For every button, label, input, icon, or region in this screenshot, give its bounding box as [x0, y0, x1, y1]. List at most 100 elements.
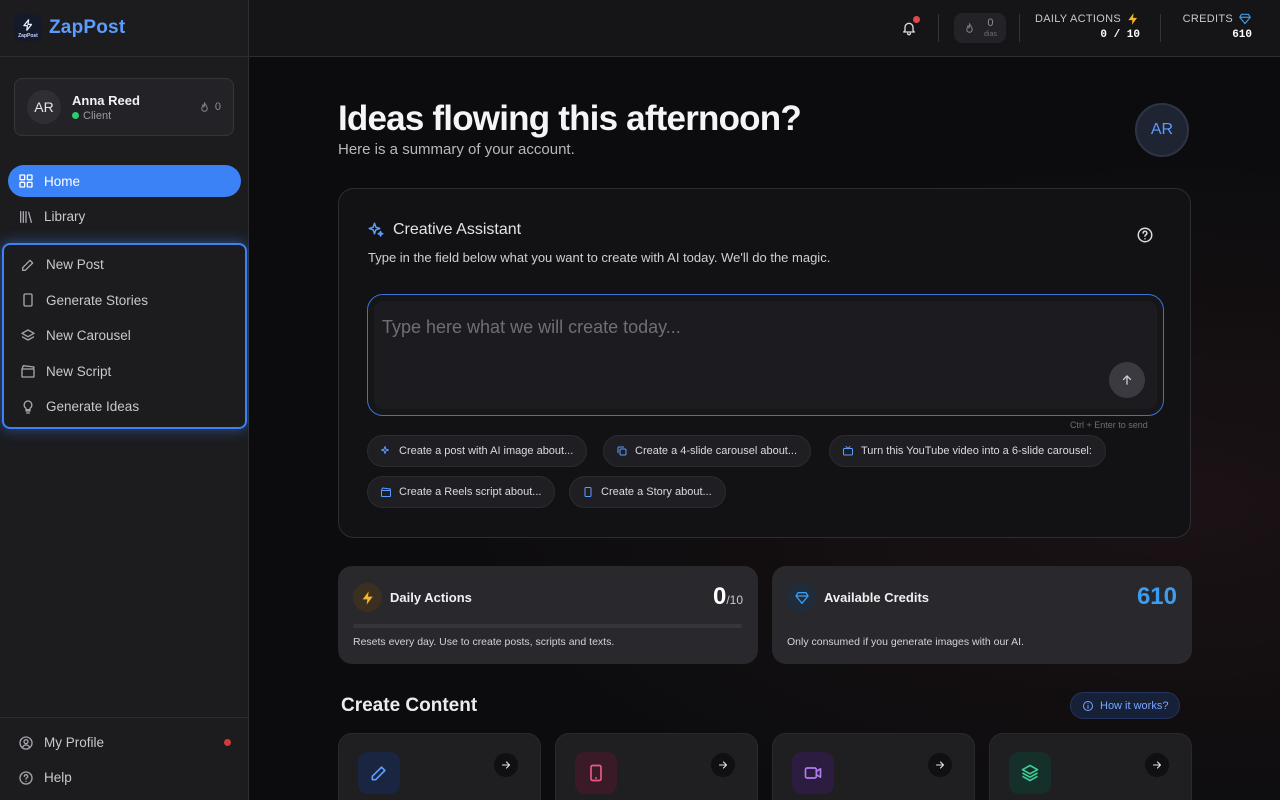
flame-icon: [201, 101, 208, 112]
create-story-card[interactable]: [555, 733, 758, 800]
logo-mini-text: ZapPost: [18, 32, 38, 39]
divider: [1160, 14, 1161, 42]
nav-item-library[interactable]: Library: [8, 201, 241, 233]
video-icon: [792, 752, 834, 794]
suggestion-chip[interactable]: Create a Story about...: [569, 476, 726, 508]
pencil-icon: [22, 259, 34, 271]
brand[interactable]: ZapPost ZapPost: [0, 0, 248, 57]
credits-counter: CREDITS 610: [1179, 12, 1252, 41]
nav-item-home[interactable]: Home: [8, 165, 241, 197]
daily-actions-note: Resets every day. Use to create posts, s…: [353, 636, 615, 648]
suggestion-chip[interactable]: Create a 4-slide carousel about...: [603, 435, 812, 467]
credits-title: Available Credits: [824, 590, 930, 605]
user-name: Anna Reed: [72, 92, 140, 108]
chip-label: Turn this YouTube video into a 6-slide c…: [861, 445, 1092, 457]
create-post-card[interactable]: [338, 733, 541, 800]
suggestion-chip[interactable]: Create a post with AI image about...: [367, 435, 588, 467]
phone-icon: [23, 293, 33, 307]
lightning-icon: [353, 583, 382, 612]
chip-label: Create a 4-slide carousel about...: [635, 445, 798, 457]
nav-item-new-script[interactable]: New Script: [10, 355, 239, 387]
sparkles-icon: [368, 222, 384, 237]
daily-actions-title: Daily Actions: [390, 590, 472, 605]
nav-item-my-profile[interactable]: My Profile: [8, 725, 241, 760]
suggestion-chip[interactable]: Turn this YouTube video into a 6-slide c…: [829, 435, 1106, 467]
credits-note: Only consumed if you generate images wit…: [787, 636, 1024, 648]
daily-actions-value: 0: [712, 583, 727, 610]
create-nav-group: New Post Generate Stories New Carousel N…: [2, 242, 247, 429]
help-circle-icon: [19, 770, 33, 785]
daily-actions-progress: [353, 624, 742, 628]
tv-icon: [843, 446, 853, 456]
nav-item-label: New Carousel: [46, 328, 131, 343]
user-circle-icon: [19, 735, 33, 750]
daily-actions-label: DAILY ACTIONS: [1034, 13, 1121, 25]
arrow-up-icon: [1122, 375, 1132, 385]
arrow-right-icon[interactable]: [1145, 753, 1169, 777]
chip-label: Create a post with AI image about...: [399, 445, 574, 457]
sparkles-icon: [381, 446, 389, 454]
arrow-right-icon[interactable]: [494, 753, 518, 777]
send-hint: Ctrl + Enter to send: [1070, 420, 1148, 430]
suggestion-chip[interactable]: Create a Reels script about...: [367, 476, 556, 508]
arrow-right-icon[interactable]: [711, 753, 735, 777]
copy-icon: [617, 446, 627, 456]
pencil-icon: [358, 752, 400, 794]
send-button[interactable]: [1109, 362, 1145, 398]
lightning-icon: [1128, 13, 1138, 25]
sidebar: ZapPost ZapPost AR Anna Reed Client 0 Ho…: [0, 0, 249, 800]
prompt-input[interactable]: Type here what we will create today...: [367, 294, 1164, 416]
topbar: 0 dias DAILY ACTIONS 0 / 10 CREDITS 610: [249, 0, 1280, 57]
phone-icon: [575, 752, 617, 794]
how-it-works-label: How it works?: [1100, 699, 1169, 712]
user-card[interactable]: AR Anna Reed Client 0: [14, 78, 234, 136]
create-content-title: Create Content: [341, 695, 478, 716]
arrow-right-icon[interactable]: [928, 753, 952, 777]
avatar: AR: [27, 90, 61, 124]
streak-counter[interactable]: 0 dias: [954, 13, 1006, 43]
phone-icon: [584, 487, 592, 497]
prompt-placeholder: Type here what we will create today...: [382, 317, 681, 337]
nav-item-label: Generate Ideas: [46, 399, 140, 414]
lightbulb-icon: [23, 399, 33, 414]
nav-item-generate-ideas[interactable]: Generate Ideas: [10, 391, 239, 423]
info-icon: [1083, 700, 1093, 711]
notification-dot: [913, 16, 920, 23]
create-video-card[interactable]: [772, 733, 975, 800]
nav-item-label: New Post: [46, 257, 104, 272]
page-title: Ideas flowing this afternoon?: [338, 99, 802, 138]
streak-unit: dias: [984, 31, 997, 38]
daily-actions-value: 0 / 10: [1100, 29, 1140, 41]
diamond-icon: [1239, 13, 1251, 25]
nav-item-new-carousel[interactable]: New Carousel: [10, 320, 239, 352]
nav-item-label: Home: [44, 173, 81, 189]
layers-icon: [21, 328, 35, 341]
credits-value: 610: [1232, 29, 1252, 41]
divider: [938, 14, 939, 42]
daily-actions-card: Daily Actions 0/10 Resets every day. Use…: [338, 566, 758, 664]
nav-item-label: Library: [44, 209, 86, 224]
streak-value: 0: [987, 17, 994, 29]
assistant-description: Type in the field below what you want to…: [368, 250, 831, 265]
avatar[interactable]: AR: [1135, 103, 1189, 157]
main-content: Ideas flowing this afternoon? Here is a …: [249, 57, 1280, 800]
credits-card: Available Credits 610 Only consumed if y…: [772, 566, 1192, 664]
daily-actions-count: 0/10: [713, 583, 743, 611]
chip-label: Create a Story about...: [601, 486, 712, 498]
page-subtitle: Here is a summary of your account.: [338, 141, 575, 158]
daily-actions-max: /10: [726, 593, 743, 607]
user-streak: 0: [198, 101, 221, 114]
user-role-label: Client: [83, 109, 112, 122]
credits-count: 610: [1136, 583, 1177, 610]
nav-item-label: New Script: [46, 363, 112, 379]
create-carousel-card[interactable]: [989, 733, 1192, 800]
help-circle-icon[interactable]: [1136, 226, 1154, 244]
how-it-works-button[interactable]: How it works?: [1070, 692, 1181, 719]
clapperboard-icon: [21, 365, 35, 378]
brand-name: ZapPost: [49, 17, 126, 38]
online-status-dot: [72, 112, 79, 119]
nav-item-new-post[interactable]: New Post: [10, 249, 239, 281]
zappost-logo-icon: ZapPost: [14, 14, 42, 42]
nav-item-generate-stories[interactable]: Generate Stories: [10, 284, 239, 316]
nav-item-help[interactable]: Help: [8, 760, 241, 795]
